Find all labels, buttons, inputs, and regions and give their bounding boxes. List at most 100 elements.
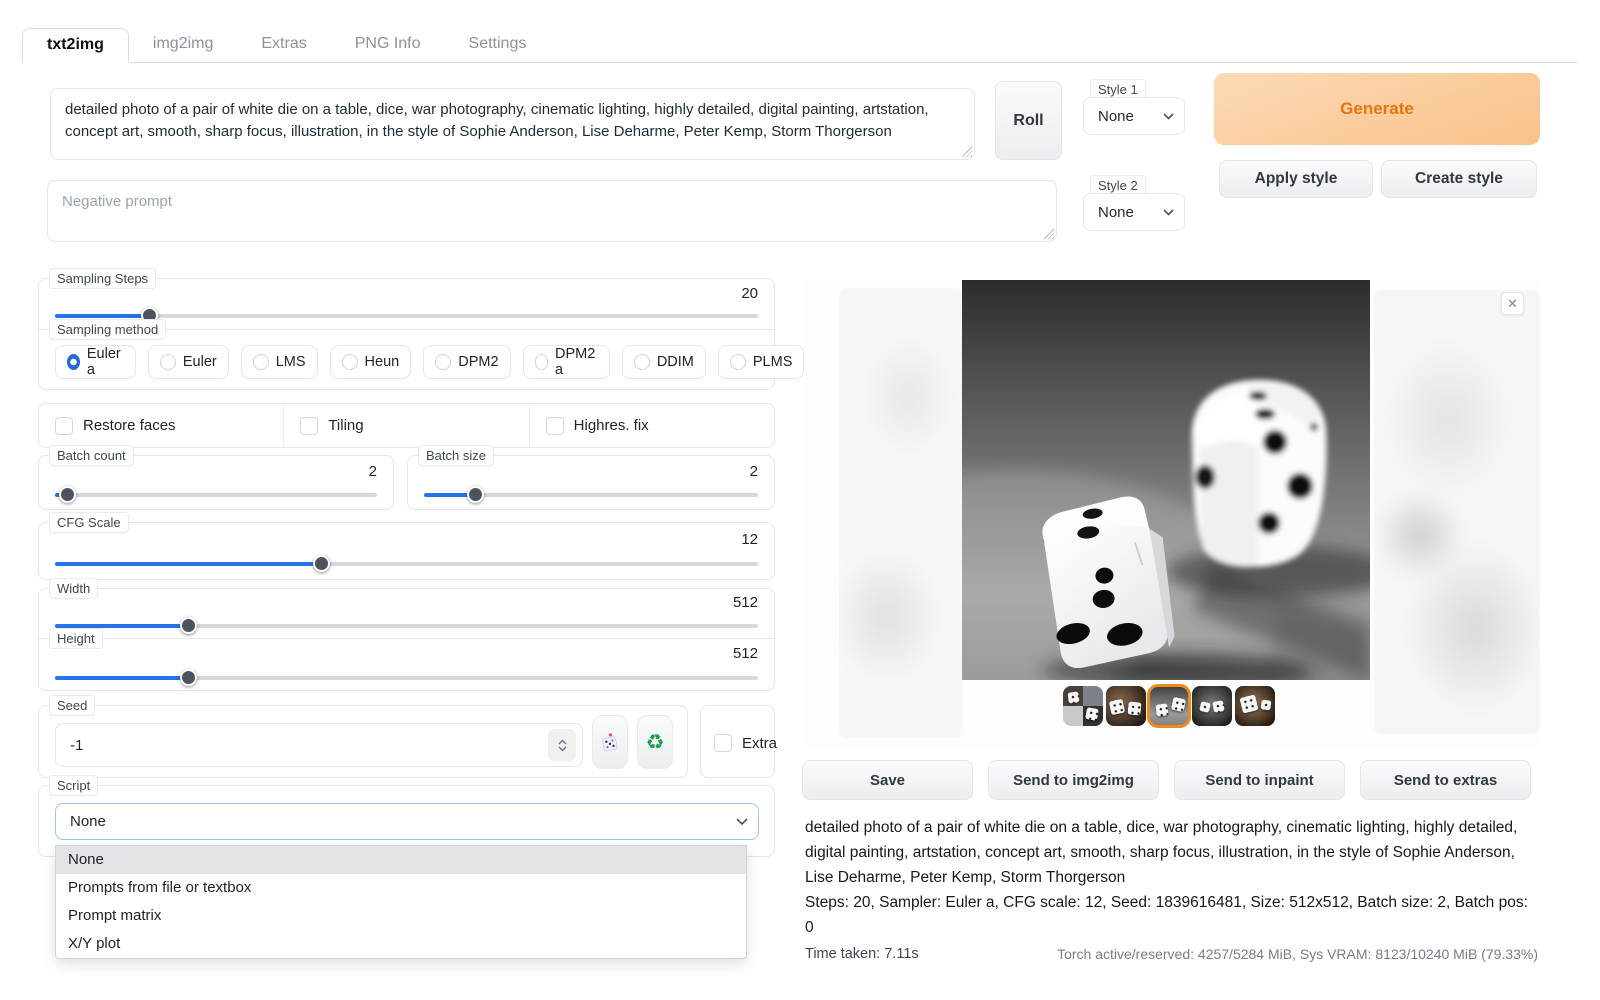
height-panel: Height 512 — [38, 638, 775, 691]
gallery-thumbnail-4[interactable] — [1192, 686, 1232, 726]
width-slider[interactable] — [55, 617, 758, 635]
sampler-label: PLMS — [753, 354, 793, 370]
extra-seed-panel: Extra — [700, 705, 775, 778]
radio-icon — [634, 354, 650, 370]
radio-icon — [730, 354, 746, 370]
negative-prompt-input[interactable] — [47, 180, 1057, 242]
create-style-button[interactable]: Create style — [1381, 160, 1537, 198]
script-select[interactable]: None — [55, 803, 759, 840]
gallery-prev-image[interactable] — [839, 288, 963, 738]
script-option-prompt-matrix[interactable]: Prompt matrix — [56, 902, 746, 930]
send-to-extras-button[interactable]: Send to extras — [1360, 760, 1531, 800]
save-button[interactable]: Save — [802, 760, 973, 800]
radio-icon — [535, 354, 548, 370]
extra-checkbox[interactable]: Extra — [714, 734, 777, 752]
style2-value: None — [1098, 204, 1134, 221]
sampler-radio-heun[interactable]: Heun — [330, 345, 412, 379]
radio-icon — [342, 354, 358, 370]
sampler-radio-euler-a[interactable]: Euler a — [55, 345, 136, 379]
chevron-up-icon — [558, 739, 567, 745]
apply-style-button[interactable]: Apply style — [1219, 160, 1373, 198]
gallery-thumbnail-3-selected[interactable] — [1149, 686, 1189, 726]
generation-info-prompt: detailed photo of a pair of white die on… — [805, 815, 1538, 890]
tab-extras[interactable]: Extras — [237, 28, 330, 62]
highres-fix-label: Highres. fix — [574, 417, 649, 434]
recycle-icon: ♻ — [646, 732, 665, 753]
batch-count-panel: Batch count 2 — [38, 455, 394, 510]
highres-fix-checkbox[interactable]: Highres. fix — [546, 417, 649, 435]
radio-icon — [435, 354, 451, 370]
gallery-thumbnail-2[interactable] — [1106, 686, 1146, 726]
sampler-label: LMS — [276, 354, 306, 370]
gallery-thumbnail-5[interactable] — [1235, 686, 1275, 726]
roll-button[interactable]: Roll — [995, 81, 1062, 160]
cfg-scale-panel: CFG Scale 12 — [38, 522, 775, 580]
checkbox-icon — [714, 734, 732, 752]
sampling-method-panel: Sampling method Euler a Euler LMS Heun D… — [38, 329, 775, 390]
batch-count-slider[interactable] — [55, 486, 377, 504]
generation-info: detailed photo of a pair of white die on… — [805, 815, 1538, 962]
tab-bar: txt2img img2img Extras PNG Info Settings — [22, 28, 1578, 63]
sampler-label: Heun — [365, 354, 400, 370]
sampling-steps-label: Sampling Steps — [49, 268, 156, 289]
sampler-radio-plms[interactable]: PLMS — [718, 345, 805, 379]
batch-size-slider[interactable] — [424, 486, 758, 504]
height-slider[interactable] — [55, 669, 758, 687]
style1-select[interactable]: None — [1083, 97, 1185, 135]
checkbox-icon — [300, 417, 318, 435]
style1-value: None — [1098, 108, 1134, 125]
sampler-label: DDIM — [657, 354, 694, 370]
sampler-label: DPM2 — [458, 354, 498, 370]
seed-panel: Seed ♻ — [38, 705, 688, 778]
radio-selected-icon — [67, 354, 80, 370]
checkbox-icon — [55, 417, 73, 435]
tab-settings[interactable]: Settings — [445, 28, 551, 62]
tab-png-info[interactable]: PNG Info — [331, 28, 445, 62]
cfg-scale-label: CFG Scale — [49, 512, 129, 533]
sampler-radio-euler[interactable]: Euler — [148, 345, 229, 379]
gallery-thumbnails — [1063, 686, 1275, 726]
output-actions: Save Send to img2img Send to inpaint Sen… — [802, 760, 1531, 800]
batch-size-label: Batch size — [418, 445, 494, 466]
reuse-seed-button[interactable]: ♻ — [637, 715, 673, 769]
sampler-radio-ddim[interactable]: DDIM — [622, 345, 706, 379]
sampler-radio-dpm2[interactable]: DPM2 — [423, 345, 510, 379]
batch-count-label: Batch count — [49, 445, 134, 466]
tab-img2img[interactable]: img2img — [129, 28, 237, 62]
script-value: None — [70, 813, 106, 830]
seed-input[interactable] — [70, 737, 475, 754]
time-taken-label: Time taken: 7.11s — [805, 946, 919, 962]
close-gallery-button[interactable]: ✕ — [1501, 292, 1524, 315]
sampling-steps-value: 20 — [741, 285, 758, 302]
seed-stepper[interactable] — [548, 729, 576, 761]
sampler-radio-lms[interactable]: LMS — [241, 345, 318, 379]
tiling-checkbox[interactable]: Tiling — [300, 417, 363, 435]
checkbox-icon — [546, 417, 564, 435]
radio-icon — [160, 354, 176, 370]
chevron-down-icon — [558, 746, 567, 752]
script-option-xy-plot[interactable]: X/Y plot — [56, 930, 746, 958]
cfg-scale-slider[interactable] — [55, 555, 758, 573]
random-seed-button[interactable] — [592, 715, 628, 769]
generated-image[interactable] — [962, 280, 1370, 680]
restore-faces-checkbox[interactable]: Restore faces — [55, 417, 176, 435]
sampler-radio-dpm2-a[interactable]: DPM2 a — [523, 345, 610, 379]
script-label: Script — [49, 775, 98, 796]
script-option-prompts-from-file[interactable]: Prompts from file or textbox — [56, 874, 746, 902]
send-to-inpaint-button[interactable]: Send to inpaint — [1174, 760, 1345, 800]
chevron-down-icon — [736, 818, 748, 826]
tab-txt2img[interactable]: txt2img — [22, 28, 129, 63]
send-to-img2img-button[interactable]: Send to img2img — [988, 760, 1159, 800]
style2-select[interactable]: None — [1083, 193, 1185, 231]
width-label: Width — [49, 578, 98, 599]
seed-input-wrap — [55, 723, 583, 767]
width-value: 512 — [733, 594, 758, 611]
dice-icon — [599, 731, 621, 753]
generate-button[interactable]: Generate — [1214, 73, 1540, 145]
gallery-next-image[interactable] — [1374, 290, 1540, 734]
prompt-input[interactable]: detailed photo of a pair of white die on… — [50, 88, 975, 160]
script-option-none[interactable]: None — [56, 846, 746, 874]
gallery-thumbnail-1[interactable] — [1063, 686, 1103, 726]
output-gallery: ✕ — [805, 280, 1540, 747]
sampler-label: Euler a — [87, 346, 124, 378]
